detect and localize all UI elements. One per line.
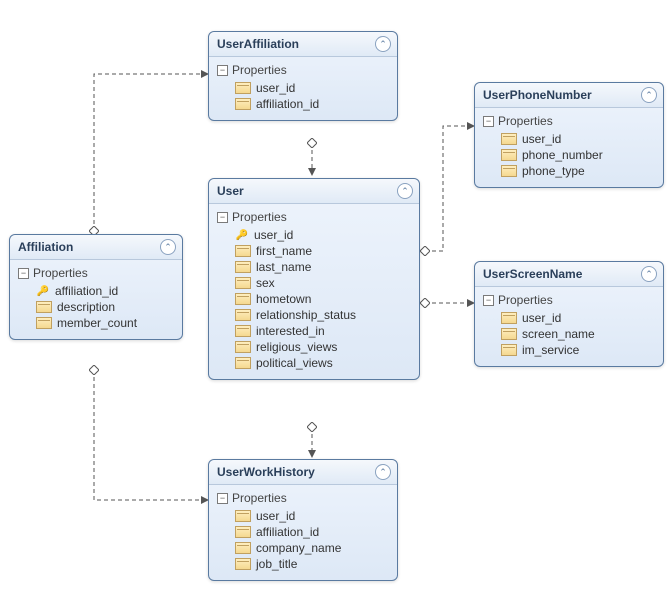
property-icon — [235, 325, 251, 337]
property-icon — [235, 510, 251, 522]
properties-section: Properties user_id first_name last_name … — [209, 204, 419, 379]
property-item: relationship_status — [235, 307, 411, 323]
property-icon — [501, 344, 517, 356]
toggle-icon[interactable] — [217, 493, 228, 504]
property-icon — [36, 301, 52, 313]
property-item: user_id — [501, 310, 655, 326]
property-icon — [235, 341, 251, 353]
collapse-icon[interactable] — [641, 87, 657, 103]
toggle-icon[interactable] — [18, 268, 29, 279]
property-list: user_id phone_number phone_type — [483, 131, 655, 179]
property-icon — [235, 245, 251, 257]
collapse-icon[interactable] — [375, 36, 391, 52]
toggle-icon[interactable] — [483, 116, 494, 127]
collapse-icon[interactable] — [397, 183, 413, 199]
property-item: screen_name — [501, 326, 655, 342]
property-item: job_title — [235, 556, 389, 572]
property-item: user_id — [235, 80, 389, 96]
collapse-icon[interactable] — [375, 464, 391, 480]
property-icon — [235, 82, 251, 94]
property-item: affiliation_id — [235, 524, 389, 540]
property-item: im_service — [501, 342, 655, 358]
property-icon — [235, 558, 251, 570]
property-item: affiliation_id — [235, 96, 389, 112]
property-icon — [501, 312, 517, 324]
entity-UserWorkHistory[interactable]: UserWorkHistory Properties user_id affil… — [208, 459, 398, 581]
property-list: user_id first_name last_name sex hometow… — [217, 227, 411, 371]
entity-title: UserScreenName — [483, 267, 582, 281]
properties-section: Properties user_id affiliation_id compan… — [209, 485, 397, 580]
key-icon — [235, 229, 249, 241]
property-item: user_id — [501, 131, 655, 147]
property-item: description — [36, 299, 174, 315]
section-title: Properties — [232, 63, 287, 77]
entity-User[interactable]: User Properties user_id first_name last_… — [208, 178, 420, 380]
property-icon — [235, 261, 251, 273]
property-list: user_id screen_name im_service — [483, 310, 655, 358]
property-item: hometown — [235, 291, 411, 307]
entity-title: User — [217, 184, 244, 198]
property-icon — [235, 526, 251, 538]
property-item: user_id — [235, 227, 411, 243]
property-icon — [235, 542, 251, 554]
property-icon — [501, 328, 517, 340]
entity-title: Affiliation — [18, 240, 73, 254]
property-item: religious_views — [235, 339, 411, 355]
entity-header[interactable]: User — [209, 179, 419, 204]
property-item: company_name — [235, 540, 389, 556]
property-item: phone_type — [501, 163, 655, 179]
property-item: political_views — [235, 355, 411, 371]
property-icon — [501, 165, 517, 177]
property-item: phone_number — [501, 147, 655, 163]
property-icon — [501, 149, 517, 161]
property-icon — [235, 309, 251, 321]
entity-title: UserWorkHistory — [217, 465, 315, 479]
toggle-icon[interactable] — [217, 65, 228, 76]
section-title: Properties — [232, 491, 287, 505]
property-item: member_count — [36, 315, 174, 331]
property-list: affiliation_id description member_count — [18, 283, 174, 331]
entity-header[interactable]: UserPhoneNumber — [475, 83, 663, 108]
property-icon — [36, 317, 52, 329]
entity-title: UserAffiliation — [217, 37, 299, 51]
property-icon — [235, 277, 251, 289]
entity-header[interactable]: UserWorkHistory — [209, 460, 397, 485]
property-icon — [501, 133, 517, 145]
section-title: Properties — [232, 210, 287, 224]
entity-header[interactable]: UserAffiliation — [209, 32, 397, 57]
property-item: last_name — [235, 259, 411, 275]
properties-section: Properties user_id phone_number phone_ty… — [475, 108, 663, 187]
property-icon — [235, 293, 251, 305]
property-icon — [235, 98, 251, 110]
collapse-icon[interactable] — [160, 239, 176, 255]
key-icon — [36, 285, 50, 297]
collapse-icon[interactable] — [641, 266, 657, 282]
properties-section: Properties affiliation_id description me… — [10, 260, 182, 339]
property-item: interested_in — [235, 323, 411, 339]
section-title: Properties — [498, 293, 553, 307]
toggle-icon[interactable] — [217, 212, 228, 223]
property-item: first_name — [235, 243, 411, 259]
entity-Affiliation[interactable]: Affiliation Properties affiliation_id de… — [9, 234, 183, 340]
property-list: user_id affiliation_id — [217, 80, 389, 112]
entity-UserAffiliation[interactable]: UserAffiliation Properties user_id affil… — [208, 31, 398, 121]
property-item: user_id — [235, 508, 389, 524]
entity-header[interactable]: Affiliation — [10, 235, 182, 260]
property-list: user_id affiliation_id company_name job_… — [217, 508, 389, 572]
toggle-icon[interactable] — [483, 295, 494, 306]
entity-title: UserPhoneNumber — [483, 88, 592, 102]
entity-header[interactable]: UserScreenName — [475, 262, 663, 287]
entity-UserPhoneNumber[interactable]: UserPhoneNumber Properties user_id phone… — [474, 82, 664, 188]
properties-section: Properties user_id screen_name im_servic… — [475, 287, 663, 366]
properties-section: Properties user_id affiliation_id — [209, 57, 397, 120]
section-title: Properties — [498, 114, 553, 128]
property-item: sex — [235, 275, 411, 291]
section-title: Properties — [33, 266, 88, 280]
property-icon — [235, 357, 251, 369]
property-item: affiliation_id — [36, 283, 174, 299]
entity-UserScreenName[interactable]: UserScreenName Properties user_id screen… — [474, 261, 664, 367]
